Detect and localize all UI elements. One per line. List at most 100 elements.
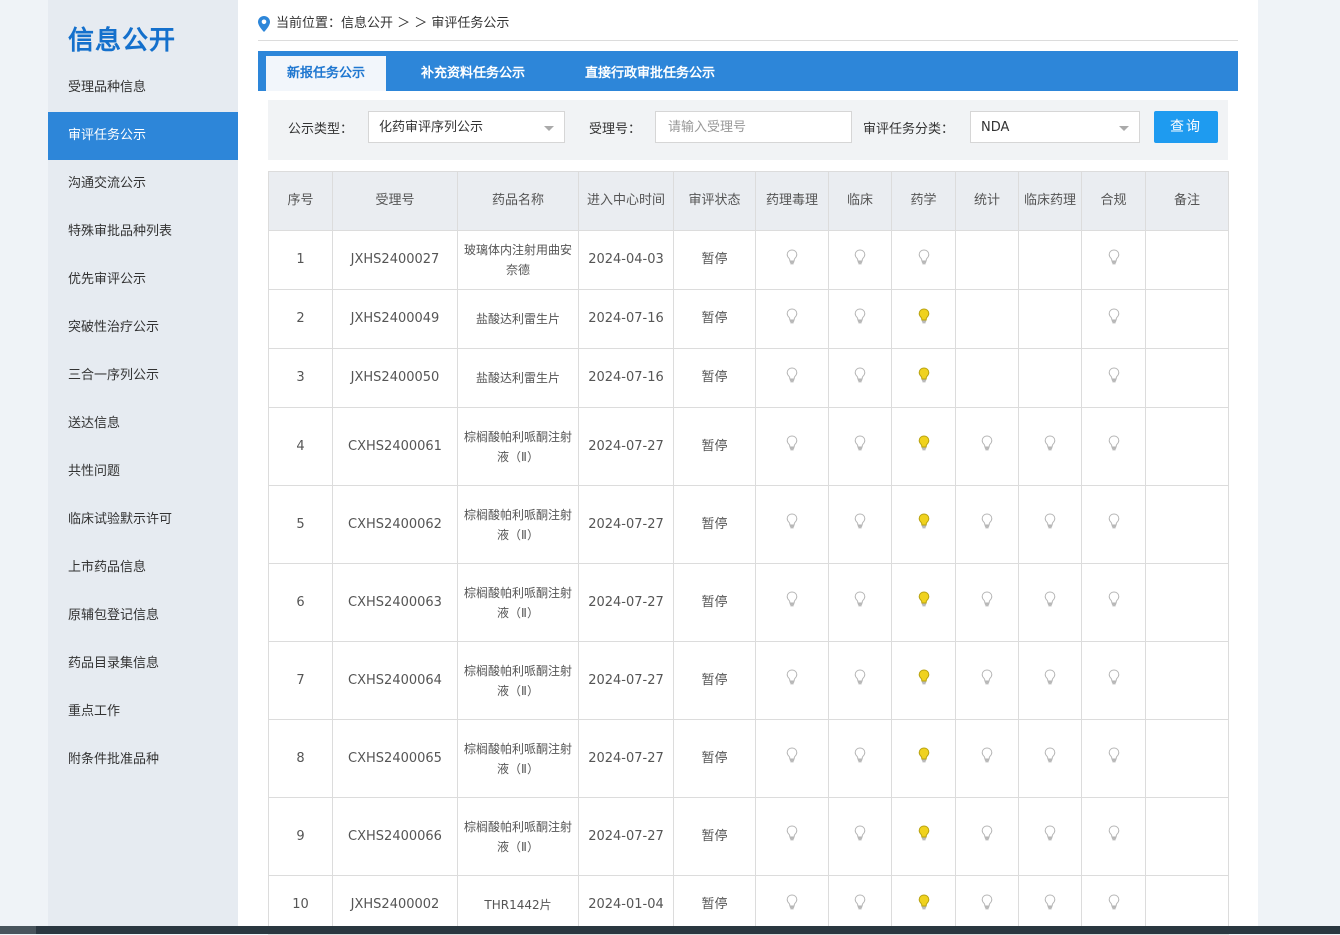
sidebar-item[interactable]: 受理品种信息 — [48, 64, 238, 112]
cell-seq: 1 — [268, 230, 333, 290]
tab-supplement-task[interactable]: 补充资料任务公示 — [398, 56, 548, 91]
cell-accept-no: CXHS2400066 — [332, 797, 458, 876]
lightbulb-icon[interactable] — [918, 307, 930, 331]
sidebar-item[interactable]: 审评任务公示 — [48, 112, 238, 160]
cell-status: 暂停 — [673, 348, 756, 408]
lightbulb-icon[interactable] — [918, 747, 930, 770]
sidebar: 信息公开 受理品种信息 审评任务公示 沟通交流公示 特殊审批品种列表 优先审评公示 突破性… — [48, 0, 238, 926]
lightbulb-icon[interactable] — [918, 366, 930, 390]
cell-clinical — [828, 641, 892, 720]
lightbulb-icon[interactable] — [786, 513, 798, 536]
sidebar-list: 受理品种信息 审评任务公示 沟通交流公示 特殊审批品种列表 优先审评公示 突破性治疗公示三… — [48, 64, 238, 784]
lightbulb-icon[interactable] — [918, 669, 930, 692]
lightbulb-icon[interactable] — [1044, 747, 1056, 770]
tab-new-task[interactable]: 新报任务公示 — [266, 56, 386, 91]
lightbulb-icon[interactable] — [854, 307, 866, 331]
lightbulb-icon[interactable] — [918, 591, 930, 614]
sidebar-item[interactable]: 送达信息 — [48, 400, 238, 448]
lightbulb-icon[interactable] — [786, 825, 798, 848]
lightbulb-icon[interactable] — [786, 248, 798, 272]
lightbulb-icon[interactable] — [854, 248, 866, 272]
lightbulb-icon[interactable] — [981, 435, 993, 458]
lightbulb-icon[interactable] — [1108, 248, 1120, 272]
cell-clinical — [828, 797, 892, 876]
lightbulb-icon[interactable] — [854, 366, 866, 390]
cell-status: 暂停 — [673, 797, 756, 876]
cell-enter-time: 2024-07-27 — [578, 797, 674, 876]
lightbulb-icon[interactable] — [918, 435, 930, 458]
lightbulb-icon[interactable] — [854, 591, 866, 614]
cell-drug-name: 棕榈酸帕利哌酮注射液（Ⅱ） — [457, 563, 579, 642]
tab-direct-approval-task[interactable]: 直接行政审批任务公示 — [560, 56, 740, 91]
lightbulb-icon[interactable] — [786, 747, 798, 770]
sidebar-item[interactable]: 附条件批准品种 — [48, 736, 238, 784]
sidebar-item[interactable]: 上市药品信息 — [48, 544, 238, 592]
sidebar-item[interactable]: 共性问题 — [48, 448, 238, 496]
lightbulb-icon[interactable] — [854, 747, 866, 770]
lightbulb-icon[interactable] — [786, 669, 798, 692]
cell-enter-time: 2024-07-27 — [578, 407, 674, 486]
accept-input[interactable] — [666, 112, 840, 143]
sidebar-item[interactable]: 沟通交流公示 — [48, 160, 238, 208]
lightbulb-icon[interactable] — [1108, 893, 1120, 917]
sidebar-item[interactable]: 重点工作 — [48, 688, 238, 736]
lightbulb-icon[interactable] — [918, 513, 930, 536]
lightbulb-icon[interactable] — [786, 435, 798, 458]
sidebar-item[interactable]: 原辅包登记信息 — [48, 592, 238, 640]
cell-seq: 4 — [268, 407, 333, 486]
lightbulb-icon[interactable] — [1044, 825, 1056, 848]
sidebar-item[interactable]: 临床试验默示许可 — [48, 496, 238, 544]
lightbulb-icon[interactable] — [1044, 893, 1056, 917]
cell-remark — [1145, 641, 1229, 720]
cell-pharmacy — [891, 797, 956, 876]
query-button[interactable]: 查询 — [1154, 111, 1218, 143]
cell-clinpharm — [1018, 348, 1082, 408]
lightbulb-icon[interactable] — [786, 307, 798, 331]
lightbulb-icon[interactable] — [854, 435, 866, 458]
sidebar-item[interactable]: 药品目录集信息 — [48, 640, 238, 688]
lightbulb-icon[interactable] — [918, 893, 930, 917]
bottom-bar-edge — [0, 926, 36, 934]
lightbulb-icon[interactable] — [1108, 747, 1120, 770]
lightbulb-icon[interactable] — [854, 669, 866, 692]
lightbulb-icon[interactable] — [1044, 591, 1056, 614]
sidebar-item[interactable]: 特殊审批品种列表 — [48, 208, 238, 256]
lightbulb-icon[interactable] — [918, 825, 930, 848]
lightbulb-icon[interactable] — [1108, 825, 1120, 848]
cell-enter-time: 2024-07-16 — [578, 289, 674, 349]
lightbulb-icon[interactable] — [1108, 513, 1120, 536]
lightbulb-icon[interactable] — [1044, 435, 1056, 458]
type-select[interactable]: 化药审评序列公示 — [368, 111, 565, 143]
cell-compliance — [1081, 407, 1146, 486]
lightbulb-icon[interactable] — [1108, 307, 1120, 331]
lightbulb-icon[interactable] — [918, 248, 930, 272]
lightbulb-icon[interactable] — [981, 893, 993, 917]
lightbulb-icon[interactable] — [786, 366, 798, 390]
task-table: 序号 受理号 药品名称 进入中心时间 审评状态 药理毒理 临床 药学 统计 临床… — [268, 171, 1229, 935]
lightbulb-icon[interactable] — [1108, 366, 1120, 390]
lightbulb-icon[interactable] — [981, 669, 993, 692]
tab-bar: 新报任务公示 补充资料任务公示 直接行政审批任务公示 — [258, 51, 1238, 91]
lightbulb-icon[interactable] — [854, 893, 866, 917]
lightbulb-icon[interactable] — [1044, 669, 1056, 692]
lightbulb-icon[interactable] — [1108, 435, 1120, 458]
lightbulb-icon[interactable] — [981, 513, 993, 536]
lightbulb-icon[interactable] — [854, 513, 866, 536]
header-compliance: 合规 — [1081, 171, 1146, 231]
lightbulb-icon[interactable] — [981, 747, 993, 770]
sidebar-item[interactable]: 突破性治疗公示 — [48, 304, 238, 352]
lightbulb-icon[interactable] — [1108, 669, 1120, 692]
cell-clinical — [828, 563, 892, 642]
lightbulb-icon[interactable] — [786, 893, 798, 917]
sidebar-item[interactable]: 优先审评公示 — [48, 256, 238, 304]
sidebar-item[interactable]: 三合一序列公示 — [48, 352, 238, 400]
lightbulb-icon[interactable] — [981, 825, 993, 848]
lightbulb-icon[interactable] — [854, 825, 866, 848]
cell-stats — [955, 563, 1019, 642]
lightbulb-icon[interactable] — [981, 591, 993, 614]
category-select[interactable]: NDA — [970, 111, 1140, 143]
lightbulb-icon[interactable] — [1108, 591, 1120, 614]
table-row: 7 CXHS2400064 棕榈酸帕利哌酮注射液（Ⅱ） 2024-07-27 暂停 — [268, 641, 1229, 720]
lightbulb-icon[interactable] — [786, 591, 798, 614]
lightbulb-icon[interactable] — [1044, 513, 1056, 536]
